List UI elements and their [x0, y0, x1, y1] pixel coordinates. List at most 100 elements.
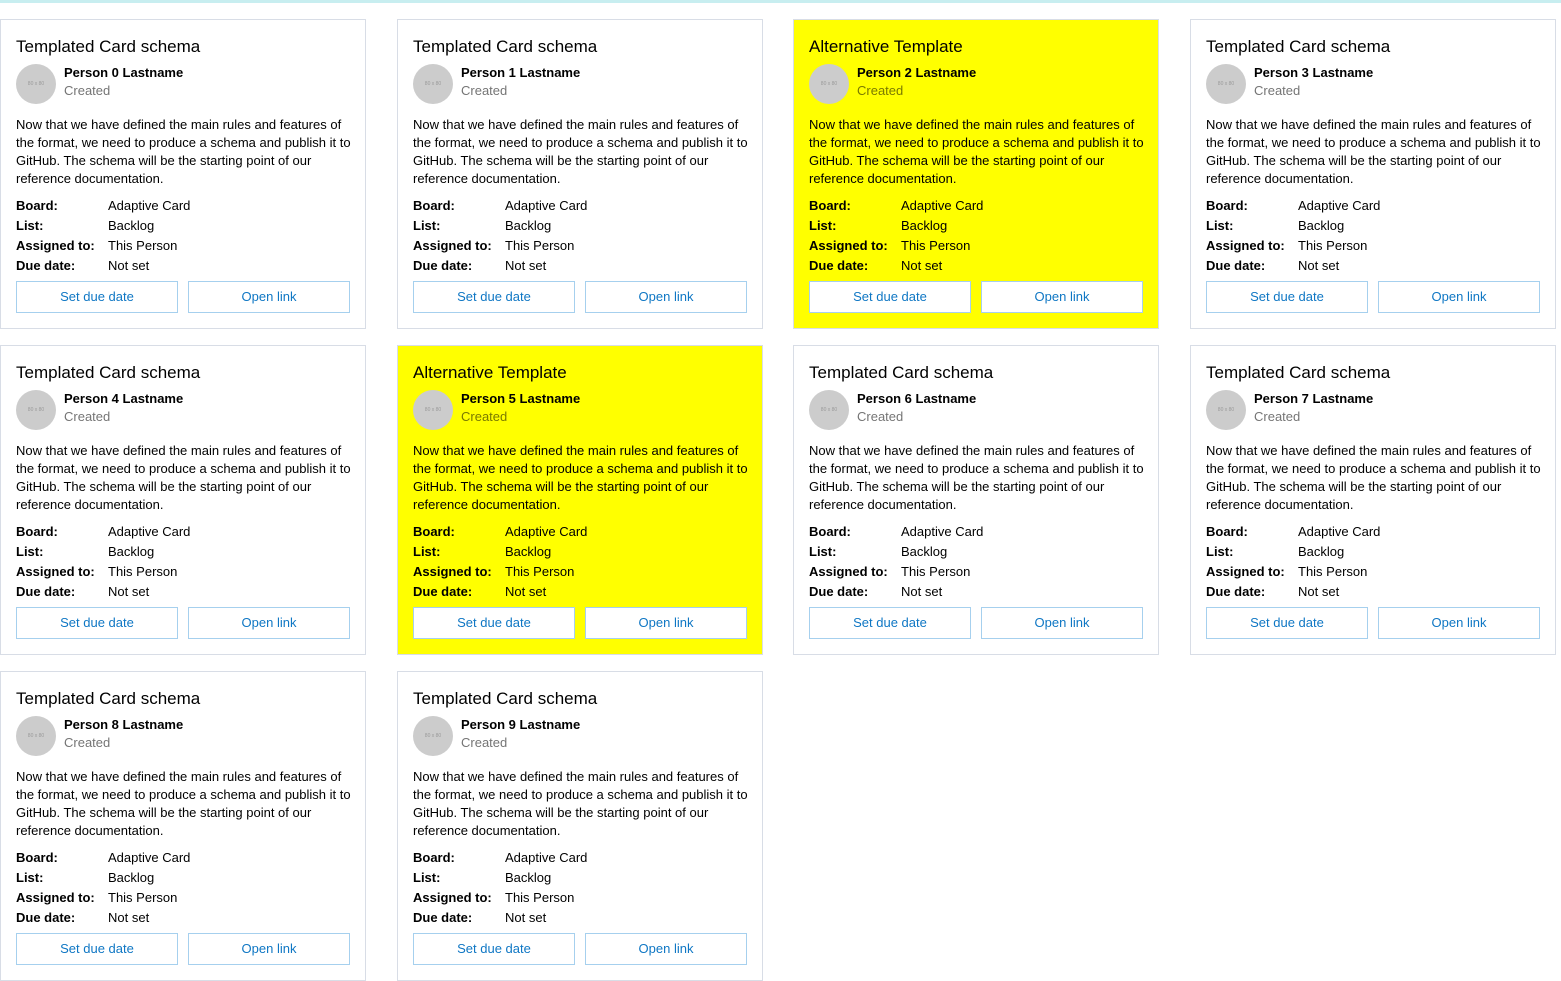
open-link-button[interactable]: Open link	[981, 281, 1143, 313]
set-due-date-button[interactable]: Set due date	[809, 281, 971, 313]
set-due-date-button[interactable]: Set due date	[413, 281, 575, 313]
open-link-button[interactable]: Open link	[585, 933, 747, 965]
fact-value: Backlog	[505, 544, 552, 559]
fact-key: List:	[809, 218, 837, 233]
fact-key: Due date:	[809, 258, 869, 273]
fact-key: List:	[16, 870, 44, 885]
fact-key: Board:	[16, 198, 58, 213]
fact-assigned-to: Assigned to: This Person	[809, 562, 1143, 582]
fact-list: List: Backlog	[16, 216, 350, 236]
fact-value: Not set	[505, 258, 547, 273]
open-link-button[interactable]: Open link	[1378, 607, 1540, 639]
card-description: Now that we have defined the main rules …	[809, 443, 1144, 512]
fact-key: Board:	[809, 198, 851, 213]
fact-key: Board:	[413, 198, 455, 213]
fact-value: Adaptive Card	[901, 198, 984, 213]
fact-value: This Person	[1298, 238, 1368, 253]
fact-value: Not set	[505, 910, 547, 925]
person-info: Person 1 Lastname Created	[461, 64, 580, 104]
adaptive-card-8: Templated Card schema 80 x 80 Person 8 L…	[0, 671, 366, 981]
fact-list: List: Backlog	[413, 542, 747, 562]
fact-key: List:	[16, 218, 44, 233]
open-link-button[interactable]: Open link	[1378, 281, 1540, 313]
open-link-button[interactable]: Open link	[188, 933, 350, 965]
set-due-date-button[interactable]: Set due date	[413, 607, 575, 639]
fact-due-date: Due date: Not set	[413, 582, 747, 602]
fact-due-date: Due date: Not set	[809, 582, 1143, 602]
fact-assigned-to: Assigned to: This Person	[413, 888, 747, 908]
fact-key: List:	[413, 218, 441, 233]
fact-set: Board: Adaptive Card List: Backlog Assig…	[1206, 196, 1540, 276]
fact-set: Board: Adaptive Card List: Backlog Assig…	[413, 848, 747, 928]
set-due-date-button[interactable]: Set due date	[1206, 281, 1368, 313]
fact-value: Backlog	[1298, 218, 1345, 233]
fact-list: List: Backlog	[16, 868, 350, 888]
fact-set: Board: Adaptive Card List: Backlog Assig…	[413, 522, 747, 602]
set-due-date-button[interactable]: Set due date	[16, 281, 178, 313]
person-name: Person 6 Lastname	[857, 391, 977, 406]
open-link-button[interactable]: Open link	[188, 607, 350, 639]
set-due-date-button[interactable]: Set due date	[16, 933, 178, 965]
open-link-button[interactable]: Open link	[585, 281, 747, 313]
fact-key: List:	[809, 544, 837, 559]
action-set: Set due date Open link	[16, 933, 350, 965]
avatar: 80 x 80	[16, 390, 56, 430]
person-name: Person 7 Lastname	[1254, 391, 1374, 406]
person-info: Person 8 Lastname Created	[64, 716, 183, 756]
person-row: 80 x 80 Person 0 Lastname Created	[16, 64, 350, 104]
fact-value: Adaptive Card	[108, 524, 191, 539]
person-status: Created	[857, 83, 904, 98]
card-title: Templated Card schema	[413, 37, 598, 56]
fact-value: This Person	[1298, 564, 1368, 579]
action-set: Set due date Open link	[413, 607, 747, 639]
person-info: Person 7 Lastname Created	[1254, 390, 1373, 430]
set-due-date-button[interactable]: Set due date	[413, 933, 575, 965]
set-due-date-button[interactable]: Set due date	[16, 607, 178, 639]
fact-board: Board: Adaptive Card	[1206, 522, 1540, 542]
avatar: 80 x 80	[413, 390, 453, 430]
top-accent-line	[0, 0, 1561, 3]
fact-assigned-to: Assigned to: This Person	[413, 562, 747, 582]
open-link-button[interactable]: Open link	[981, 607, 1143, 639]
fact-key: List:	[16, 544, 44, 559]
profile-placeholder-icon: 80 x 80	[1217, 407, 1235, 413]
fact-value: Backlog	[108, 870, 155, 885]
person-name: Person 1 Lastname	[461, 65, 581, 80]
adaptive-card-4: Templated Card schema 80 x 80 Person 4 L…	[0, 345, 366, 655]
person-row: 80 x 80 Person 4 Lastname Created	[16, 390, 350, 430]
avatar: 80 x 80	[809, 64, 849, 104]
fact-board: Board: Adaptive Card	[413, 196, 747, 216]
fact-value: This Person	[108, 238, 178, 253]
fact-key: Due date:	[16, 258, 76, 273]
fact-list: List: Backlog	[16, 542, 350, 562]
fact-value: Backlog	[901, 544, 948, 559]
set-due-date-button[interactable]: Set due date	[1206, 607, 1368, 639]
fact-board: Board: Adaptive Card	[16, 522, 350, 542]
fact-due-date: Due date: Not set	[16, 256, 350, 276]
person-row: 80 x 80 Person 7 Lastname Created	[1206, 390, 1540, 430]
open-link-button[interactable]: Open link	[585, 607, 747, 639]
fact-value: Adaptive Card	[108, 850, 191, 865]
person-row: 80 x 80 Person 6 Lastname Created	[809, 390, 1143, 430]
action-set: Set due date Open link	[16, 607, 350, 639]
fact-assigned-to: Assigned to: This Person	[1206, 562, 1540, 582]
fact-value: Not set	[901, 584, 943, 599]
fact-key: Due date:	[413, 258, 473, 273]
fact-assigned-to: Assigned to: This Person	[16, 562, 350, 582]
fact-key: Assigned to:	[413, 564, 492, 579]
fact-value: This Person	[505, 890, 575, 905]
fact-value: This Person	[505, 238, 575, 253]
avatar: 80 x 80	[809, 390, 849, 430]
set-due-date-button[interactable]: Set due date	[809, 607, 971, 639]
fact-value: Not set	[505, 584, 547, 599]
open-link-button[interactable]: Open link	[188, 281, 350, 313]
fact-key: Board:	[16, 850, 58, 865]
person-status: Created	[461, 735, 508, 750]
action-set: Set due date Open link	[413, 281, 747, 313]
fact-set: Board: Adaptive Card List: Backlog Assig…	[809, 196, 1143, 276]
fact-key: Assigned to:	[809, 564, 888, 579]
fact-value: Not set	[108, 584, 150, 599]
fact-due-date: Due date: Not set	[16, 908, 350, 928]
fact-key: Board:	[809, 524, 851, 539]
fact-assigned-to: Assigned to: This Person	[413, 236, 747, 256]
